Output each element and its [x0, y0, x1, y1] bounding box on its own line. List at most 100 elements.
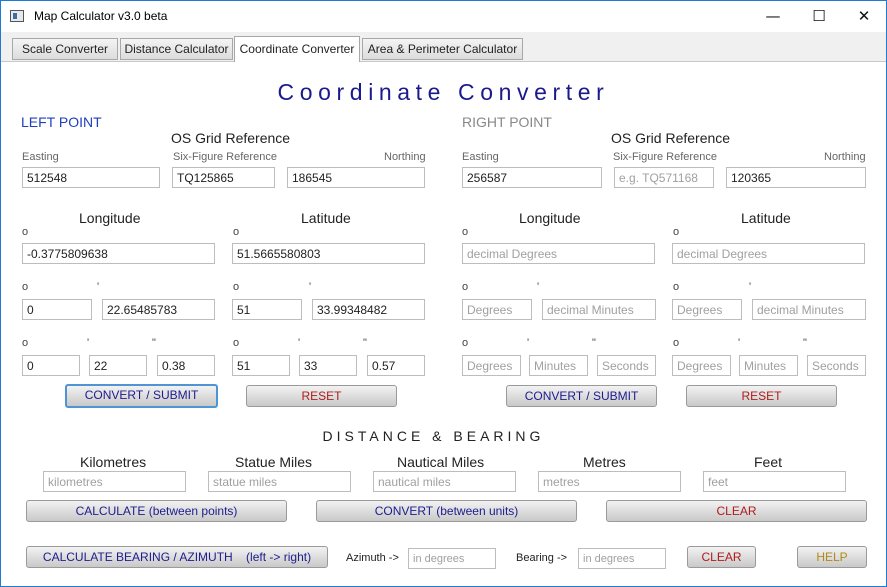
kilometres-input[interactable]	[43, 471, 186, 492]
tab-coordinate-converter[interactable]: Coordinate Converter	[234, 36, 360, 62]
minute-symbol: '	[738, 337, 741, 349]
right-longitude-degrees-input[interactable]	[462, 299, 532, 320]
minimize-button[interactable]: —	[750, 1, 796, 32]
right-longitude-decimal-input[interactable]	[462, 243, 655, 264]
left-longitude-m-input[interactable]	[89, 355, 147, 376]
tab-strip: Scale Converter Distance Calculator Coor…	[1, 32, 886, 62]
right-latitude-decimal-input[interactable]	[672, 243, 865, 264]
right-longitude-d-input[interactable]	[462, 355, 521, 376]
statute-miles-input[interactable]	[208, 471, 351, 492]
left-longitude-decimal-input[interactable]	[22, 243, 215, 264]
nautical-miles-input[interactable]	[373, 471, 516, 492]
degree-symbol: o	[22, 337, 29, 349]
right-convert-submit-button[interactable]: CONVERT / SUBMIT	[506, 385, 657, 407]
right-longitude-title: Longitude	[519, 210, 581, 226]
right-latitude-d-input[interactable]	[672, 355, 731, 376]
tab-area-perimeter-calculator[interactable]: Area & Perimeter Calculator	[362, 38, 523, 60]
right-six-figure-label: Six-Figure Reference	[613, 151, 717, 163]
help-button[interactable]: HELP	[797, 546, 867, 568]
right-easting-input[interactable]	[462, 167, 602, 188]
degree-symbol: o	[462, 226, 469, 238]
app-window: Map Calculator v3.0 beta — ☐ ✕ Scale Con…	[0, 0, 887, 587]
left-easting-input[interactable]	[22, 167, 160, 188]
right-six-figure-input[interactable]	[614, 167, 714, 188]
statute-miles-label: Statue Miles	[235, 454, 313, 470]
left-longitude-d-input[interactable]	[22, 355, 80, 376]
minute-symbol: '	[97, 281, 100, 293]
right-latitude-m-input[interactable]	[739, 355, 798, 376]
minute-symbol: '	[309, 281, 312, 293]
feet-input[interactable]	[703, 471, 846, 492]
minute-symbol: '	[749, 281, 752, 293]
second-symbol: "	[803, 337, 807, 349]
close-button[interactable]: ✕	[841, 1, 887, 32]
left-northing-input[interactable]	[287, 167, 425, 188]
left-six-figure-input[interactable]	[172, 167, 275, 188]
minute-symbol: '	[527, 337, 530, 349]
left-latitude-d-input[interactable]	[232, 355, 290, 376]
minute-symbol: '	[537, 281, 540, 293]
degree-symbol: o	[22, 281, 29, 293]
right-latitude-s-input[interactable]	[807, 355, 866, 376]
right-reset-button[interactable]: RESET	[686, 385, 837, 407]
degree-symbol: o	[462, 281, 469, 293]
calculate-between-points-button[interactable]: CALCULATE (between points)	[26, 500, 287, 522]
left-reset-button[interactable]: RESET	[246, 385, 397, 407]
left-longitude-degrees-input[interactable]	[22, 299, 92, 320]
left-convert-submit-button[interactable]: CONVERT / SUBMIT	[65, 384, 218, 408]
left-longitude-decimal-minutes-input[interactable]	[102, 299, 215, 320]
feet-label: Feet	[754, 454, 783, 470]
tab-distance-calculator[interactable]: Distance Calculator	[120, 38, 233, 60]
bearing-label: Bearing ->	[516, 552, 568, 564]
right-northing-input[interactable]	[726, 167, 866, 188]
azimuth-input[interactable]	[408, 548, 496, 569]
degree-symbol: o	[22, 226, 29, 238]
title-bar: Map Calculator v3.0 beta — ☐ ✕	[1, 1, 886, 32]
degree-symbol: o	[462, 337, 469, 349]
degree-symbol: o	[673, 337, 680, 349]
right-point-heading: RIGHT POINT	[462, 114, 552, 130]
nautical-miles-label: Nautical Miles	[397, 454, 485, 470]
maximize-button[interactable]: ☐	[796, 1, 842, 32]
second-symbol: "	[363, 337, 367, 349]
degree-symbol: o	[233, 281, 240, 293]
left-latitude-degrees-input[interactable]	[232, 299, 302, 320]
degree-symbol: o	[673, 226, 680, 238]
calculate-bearing-button[interactable]: CALCULATE BEARING / AZIMUTH (left -> rig…	[26, 546, 328, 568]
left-latitude-decimal-input[interactable]	[232, 243, 425, 264]
right-longitude-m-input[interactable]	[529, 355, 588, 376]
left-longitude-title: Longitude	[79, 210, 141, 226]
degree-symbol: o	[673, 281, 680, 293]
bearing-clear-button[interactable]: CLEAR	[687, 546, 756, 568]
left-os-grid-title: OS Grid Reference	[171, 130, 291, 146]
left-easting-label: Easting	[22, 151, 59, 163]
left-six-figure-label: Six-Figure Reference	[173, 151, 277, 163]
right-longitude-s-input[interactable]	[597, 355, 656, 376]
app-icon	[10, 10, 24, 22]
left-longitude-s-input[interactable]	[157, 355, 215, 376]
left-latitude-decimal-minutes-input[interactable]	[312, 299, 425, 320]
right-latitude-degrees-input[interactable]	[672, 299, 742, 320]
metres-input[interactable]	[538, 471, 681, 492]
distance-clear-button[interactable]: CLEAR	[606, 500, 867, 522]
left-latitude-m-input[interactable]	[299, 355, 357, 376]
right-latitude-title: Latitude	[741, 210, 791, 226]
metres-label: Metres	[583, 454, 626, 470]
minute-symbol: '	[87, 337, 90, 349]
right-os-grid-title: OS Grid Reference	[611, 130, 731, 146]
convert-between-units-button[interactable]: CONVERT (between units)	[316, 500, 577, 522]
kilometres-label: Kilometres	[80, 454, 147, 470]
bearing-input[interactable]	[578, 548, 666, 569]
left-latitude-s-input[interactable]	[367, 355, 425, 376]
left-point-heading: LEFT POINT	[21, 114, 102, 130]
window-title: Map Calculator v3.0 beta	[34, 9, 168, 23]
tab-scale-converter[interactable]: Scale Converter	[12, 38, 118, 60]
right-easting-label: Easting	[462, 151, 499, 163]
right-longitude-decimal-minutes-input[interactable]	[542, 299, 656, 320]
azimuth-label: Azimuth ->	[346, 552, 399, 564]
minute-symbol: '	[298, 337, 301, 349]
distance-bearing-title: DISTANCE & BEARING	[322, 428, 545, 444]
page-title: Coordinate Converter	[277, 79, 610, 105]
right-latitude-decimal-minutes-input[interactable]	[752, 299, 866, 320]
second-symbol: "	[592, 337, 596, 349]
